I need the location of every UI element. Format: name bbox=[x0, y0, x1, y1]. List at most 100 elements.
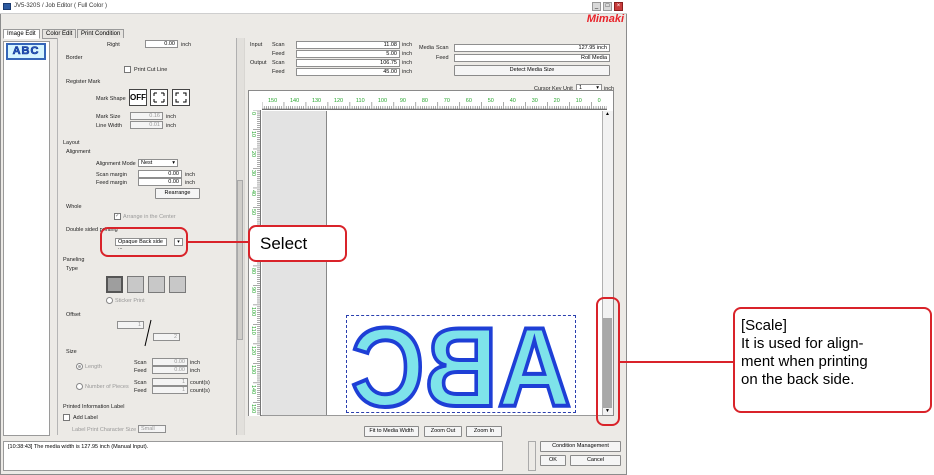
select-callout-text: Select bbox=[260, 234, 308, 253]
job-thumbnail[interactable]: ABC bbox=[6, 43, 46, 60]
ruler-v-label: 50 bbox=[250, 209, 256, 216]
scale-callout: [Scale] It is used for align- ment when … bbox=[733, 307, 932, 413]
label-char-size-value: Small bbox=[141, 426, 155, 432]
output-scan-label: Scan bbox=[272, 60, 285, 66]
close-button[interactable]: × bbox=[614, 2, 623, 11]
size-heading: Size bbox=[66, 349, 77, 355]
length-label: Length bbox=[85, 364, 102, 370]
offset-field-2[interactable]: 2 bbox=[153, 333, 180, 341]
maximize-button[interactable]: □ bbox=[603, 2, 612, 11]
ruler-h-label: 30 bbox=[531, 98, 538, 104]
paneling-type-2-tile[interactable] bbox=[127, 276, 144, 293]
scale-connector bbox=[620, 361, 733, 363]
sticker-print-label: Sticker Print bbox=[115, 298, 145, 304]
arrange-center-checkbox[interactable] bbox=[114, 213, 121, 220]
print-cut-line-checkbox[interactable] bbox=[124, 66, 131, 73]
ruler-v-label: 100 bbox=[250, 306, 256, 317]
media-edge-line bbox=[326, 111, 327, 415]
pieces-scan-unit: count(s) bbox=[190, 380, 210, 386]
scan-margin-label: Scan margin bbox=[96, 172, 127, 178]
paneling-type-3-tile[interactable] bbox=[148, 276, 165, 293]
scan-margin-field[interactable]: 0.00 bbox=[138, 170, 182, 178]
zoom-in-button[interactable]: Zoom In bbox=[466, 426, 502, 437]
input-feed-label: Feed bbox=[272, 51, 285, 57]
ruler-h-label: 80 bbox=[421, 98, 428, 104]
sticker-print-radio[interactable] bbox=[106, 297, 113, 304]
ruler-v-label: 10 bbox=[250, 131, 256, 138]
size-scan-field[interactable]: 0.00 bbox=[152, 358, 188, 366]
mark-size-unit: inch bbox=[166, 114, 177, 120]
mark-shape-corner-button[interactable] bbox=[172, 89, 190, 106]
input-scan-unit: inch bbox=[402, 42, 413, 48]
scroll-up-icon[interactable]: ▲ bbox=[603, 111, 612, 118]
thumbnail-strip bbox=[3, 41, 50, 436]
detect-media-size-button[interactable]: Detect Media Size bbox=[454, 65, 610, 76]
ruler-v-label: 40 bbox=[250, 189, 256, 197]
minimize-button[interactable]: _ bbox=[592, 2, 601, 11]
mark-shape-center-button[interactable] bbox=[150, 89, 168, 106]
ruler-v-label: 130 bbox=[250, 365, 256, 375]
ruler-h-label: 40 bbox=[509, 98, 516, 104]
alignment-mode-value: Nest bbox=[141, 160, 153, 166]
paneling-type-4-tile[interactable] bbox=[169, 276, 186, 293]
register-mark-heading: Register Mark bbox=[66, 79, 101, 85]
select-callout: Select bbox=[248, 225, 347, 262]
scale-callout-line2: ment when printing bbox=[741, 353, 868, 370]
tab-image-edit[interactable]: Image Edit bbox=[3, 29, 40, 39]
output-heading: Output bbox=[250, 60, 267, 66]
ruler-h-label: 10 bbox=[575, 98, 582, 104]
pieces-scan-label: Scan bbox=[134, 380, 147, 386]
status-scrollbar[interactable] bbox=[528, 441, 536, 471]
panel-scrollbar-thumb[interactable] bbox=[237, 180, 243, 340]
alignment-mode-label: Alignment Mode bbox=[96, 161, 136, 167]
ruler-h-label: 60 bbox=[465, 98, 472, 104]
offset-heading: Offset bbox=[66, 312, 81, 318]
paneling-type-1-tile[interactable] bbox=[106, 276, 123, 293]
ok-button[interactable]: OK bbox=[540, 455, 566, 466]
pieces-feed-field[interactable]: 1 bbox=[152, 386, 188, 394]
right-unit: inch bbox=[181, 42, 192, 48]
number-of-pieces-radio[interactable] bbox=[76, 383, 83, 390]
mark-shape-off-button[interactable]: OFF bbox=[129, 89, 147, 106]
line-width-field[interactable]: 0.01 bbox=[130, 121, 163, 129]
media-scan-label: Scan bbox=[436, 45, 449, 51]
canvas-hscroll[interactable] bbox=[262, 415, 602, 416]
fit-to-media-width-button[interactable]: Fit to Media Width bbox=[364, 426, 419, 437]
ruler-h-label: 100 bbox=[377, 98, 388, 104]
label-char-size-label: Label Print Character Size bbox=[72, 427, 137, 433]
ruler-h-label: 0 bbox=[597, 98, 601, 104]
size-feed-field[interactable]: 0.00 bbox=[152, 366, 188, 374]
feed-margin-field[interactable]: 0.00 bbox=[138, 178, 182, 186]
mirrored-artwork: ABC bbox=[349, 316, 573, 412]
scale-callout-line1: It is used for align- bbox=[741, 335, 864, 352]
ruler-h-label: 90 bbox=[399, 98, 406, 104]
length-radio[interactable] bbox=[76, 363, 83, 370]
pieces-scan-field[interactable]: 1 bbox=[152, 378, 188, 386]
right-value-field[interactable]: 0.00 bbox=[145, 40, 178, 48]
input-scan-label: Scan bbox=[272, 42, 285, 48]
cancel-button[interactable]: Cancel bbox=[570, 455, 621, 466]
ruler-v-label: 110 bbox=[250, 326, 256, 336]
add-label-checkbox[interactable] bbox=[63, 414, 70, 421]
mark-size-field[interactable]: 0.16 bbox=[130, 112, 163, 120]
offset-field-1[interactable]: 1 bbox=[117, 321, 144, 329]
non-printable-area bbox=[262, 111, 326, 415]
ruler-v-label: 0 bbox=[250, 112, 256, 116]
size-scan-label: Scan bbox=[134, 360, 147, 366]
line-width-unit: inch bbox=[166, 123, 177, 129]
mark-shape-label: Mark Shape bbox=[96, 96, 126, 102]
printed-info-heading: Printed Information Label bbox=[63, 404, 125, 410]
ruler-v-label: 90 bbox=[250, 287, 256, 294]
zoom-out-button[interactable]: Zoom Out bbox=[424, 426, 462, 437]
media-scan-value: 127.95 inch bbox=[454, 44, 610, 52]
alignment-mode-select[interactable]: Nest ▾ bbox=[138, 159, 178, 167]
rearrange-button[interactable]: Rearrange bbox=[155, 188, 200, 199]
size-scan-unit: inch bbox=[190, 360, 201, 366]
artwork-text: ABC bbox=[351, 316, 571, 412]
thumbnail-text: ABC bbox=[12, 45, 40, 58]
label-char-size-select[interactable]: Small bbox=[138, 425, 166, 433]
select-connector bbox=[188, 241, 248, 243]
pieces-feed-unit: count(s) bbox=[190, 388, 210, 394]
arrange-center-label: Arrange in the Center bbox=[123, 214, 176, 220]
condition-management-button[interactable]: Condition Management bbox=[540, 441, 621, 452]
